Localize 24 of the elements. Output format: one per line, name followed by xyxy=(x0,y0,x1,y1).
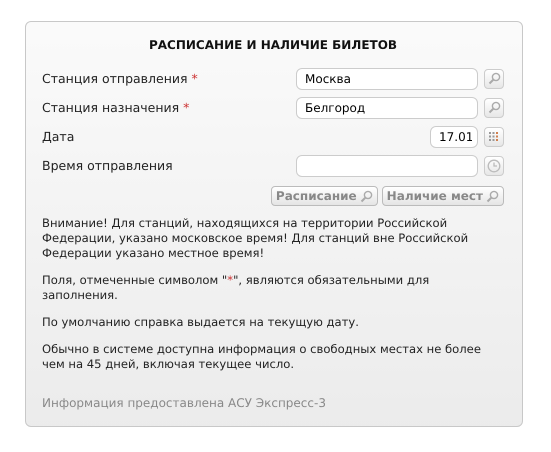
input-field[interactable]: 17.01 xyxy=(430,126,478,148)
note-text: По умолчанию справка выдается на текущую дату. xyxy=(42,315,360,330)
search-button[interactable] xyxy=(484,98,504,118)
search-icon xyxy=(360,190,373,202)
calendar-button[interactable] xyxy=(484,126,504,146)
input-field[interactable] xyxy=(296,154,478,176)
search-icon xyxy=(486,190,499,202)
calendar-icon xyxy=(489,132,499,142)
field-label: Станция назначения * xyxy=(42,100,190,115)
footer-text: Информация предоставлена АСУ Экспресс-3 xyxy=(42,396,327,410)
clock-icon xyxy=(487,158,501,172)
note-text: Внимание! Для станций, находящихся на территории Российской Федерации, указано московское время! Для станций вне Российской Федерации указано местное время! xyxy=(42,216,470,261)
field-label: Станция отправления * xyxy=(42,71,199,86)
field-label: Дата xyxy=(42,129,76,144)
input-field[interactable]: Москва xyxy=(296,68,478,90)
field-label: Время отправления xyxy=(42,158,174,173)
search-icon xyxy=(488,72,500,85)
search-icon xyxy=(488,101,500,114)
note-text: Поля, отмеченные символом "*", являются обязательными для заполнения. xyxy=(42,273,430,303)
search-button[interactable] xyxy=(484,68,504,88)
note-text: Обычно в системе доступна информация о свободных местах не более чем на 45 дней, включая текущее число. xyxy=(42,342,482,372)
clock-button[interactable] xyxy=(484,156,504,176)
form-title: РАСПИСАНИЕ И НАЛИЧИЕ БИЛЕТОВ xyxy=(148,38,398,52)
input-field[interactable]: Белгород xyxy=(296,96,478,118)
